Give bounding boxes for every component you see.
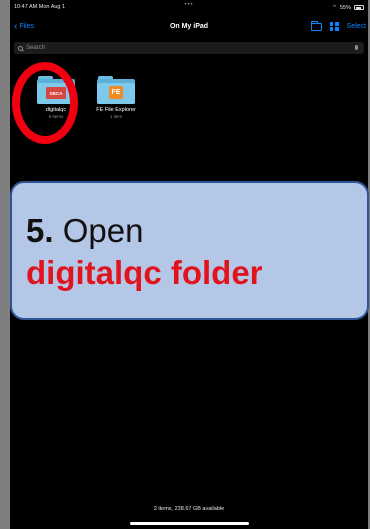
grid-view-icon[interactable] bbox=[329, 22, 339, 31]
microphone-icon[interactable] bbox=[355, 45, 358, 50]
battery-percent: 55% bbox=[339, 4, 351, 11]
select-button[interactable]: Select bbox=[347, 23, 366, 30]
page-title: On My iPad bbox=[169, 23, 209, 30]
back-label: Files bbox=[19, 23, 35, 30]
home-indicator[interactable] bbox=[130, 522, 249, 525]
storage-status: 2 items, 238.67 GB available bbox=[153, 506, 225, 512]
instruction-target: digitalqc folder bbox=[26, 254, 263, 291]
new-folder-icon[interactable] bbox=[310, 20, 322, 31]
folder-icon: FE bbox=[97, 76, 135, 104]
navigation-bar: ‹ Files On My iPad Select bbox=[10, 20, 368, 36]
wifi-icon: ⌔ bbox=[331, 5, 337, 11]
status-time: 10:47 AM Mon Aug 1 bbox=[14, 4, 66, 10]
fe-logo-icon: FE bbox=[109, 86, 123, 99]
battery-icon bbox=[354, 5, 364, 10]
instruction-verb: Open bbox=[62, 212, 144, 249]
status-bar: 10:47 AM Mon Aug 1 ••• ⌔ 55% bbox=[10, 0, 368, 16]
search-input[interactable]: Search bbox=[14, 42, 364, 54]
multitasking-dots-icon[interactable]: ••• bbox=[184, 2, 193, 8]
search-placeholder: Search bbox=[26, 45, 46, 51]
back-button[interactable]: ‹ Files bbox=[14, 21, 35, 32]
instruction-line-1: 5. Open bbox=[26, 211, 367, 251]
chevron-left-icon: ‹ bbox=[14, 21, 18, 32]
instruction-callout: 5. Open digitalqc folder bbox=[10, 181, 369, 320]
nav-actions: Select bbox=[310, 20, 366, 31]
step-number: 5. bbox=[26, 212, 54, 249]
highlight-circle bbox=[12, 62, 78, 144]
search-icon bbox=[18, 45, 23, 51]
folder-item-count: 1 item bbox=[109, 114, 123, 119]
folder-fe-file-explorer[interactable]: FE FE File Explorer 1 item bbox=[94, 76, 138, 119]
folder-name: FE File Explorer bbox=[96, 107, 136, 113]
status-right: ⌔ 55% bbox=[332, 4, 364, 11]
